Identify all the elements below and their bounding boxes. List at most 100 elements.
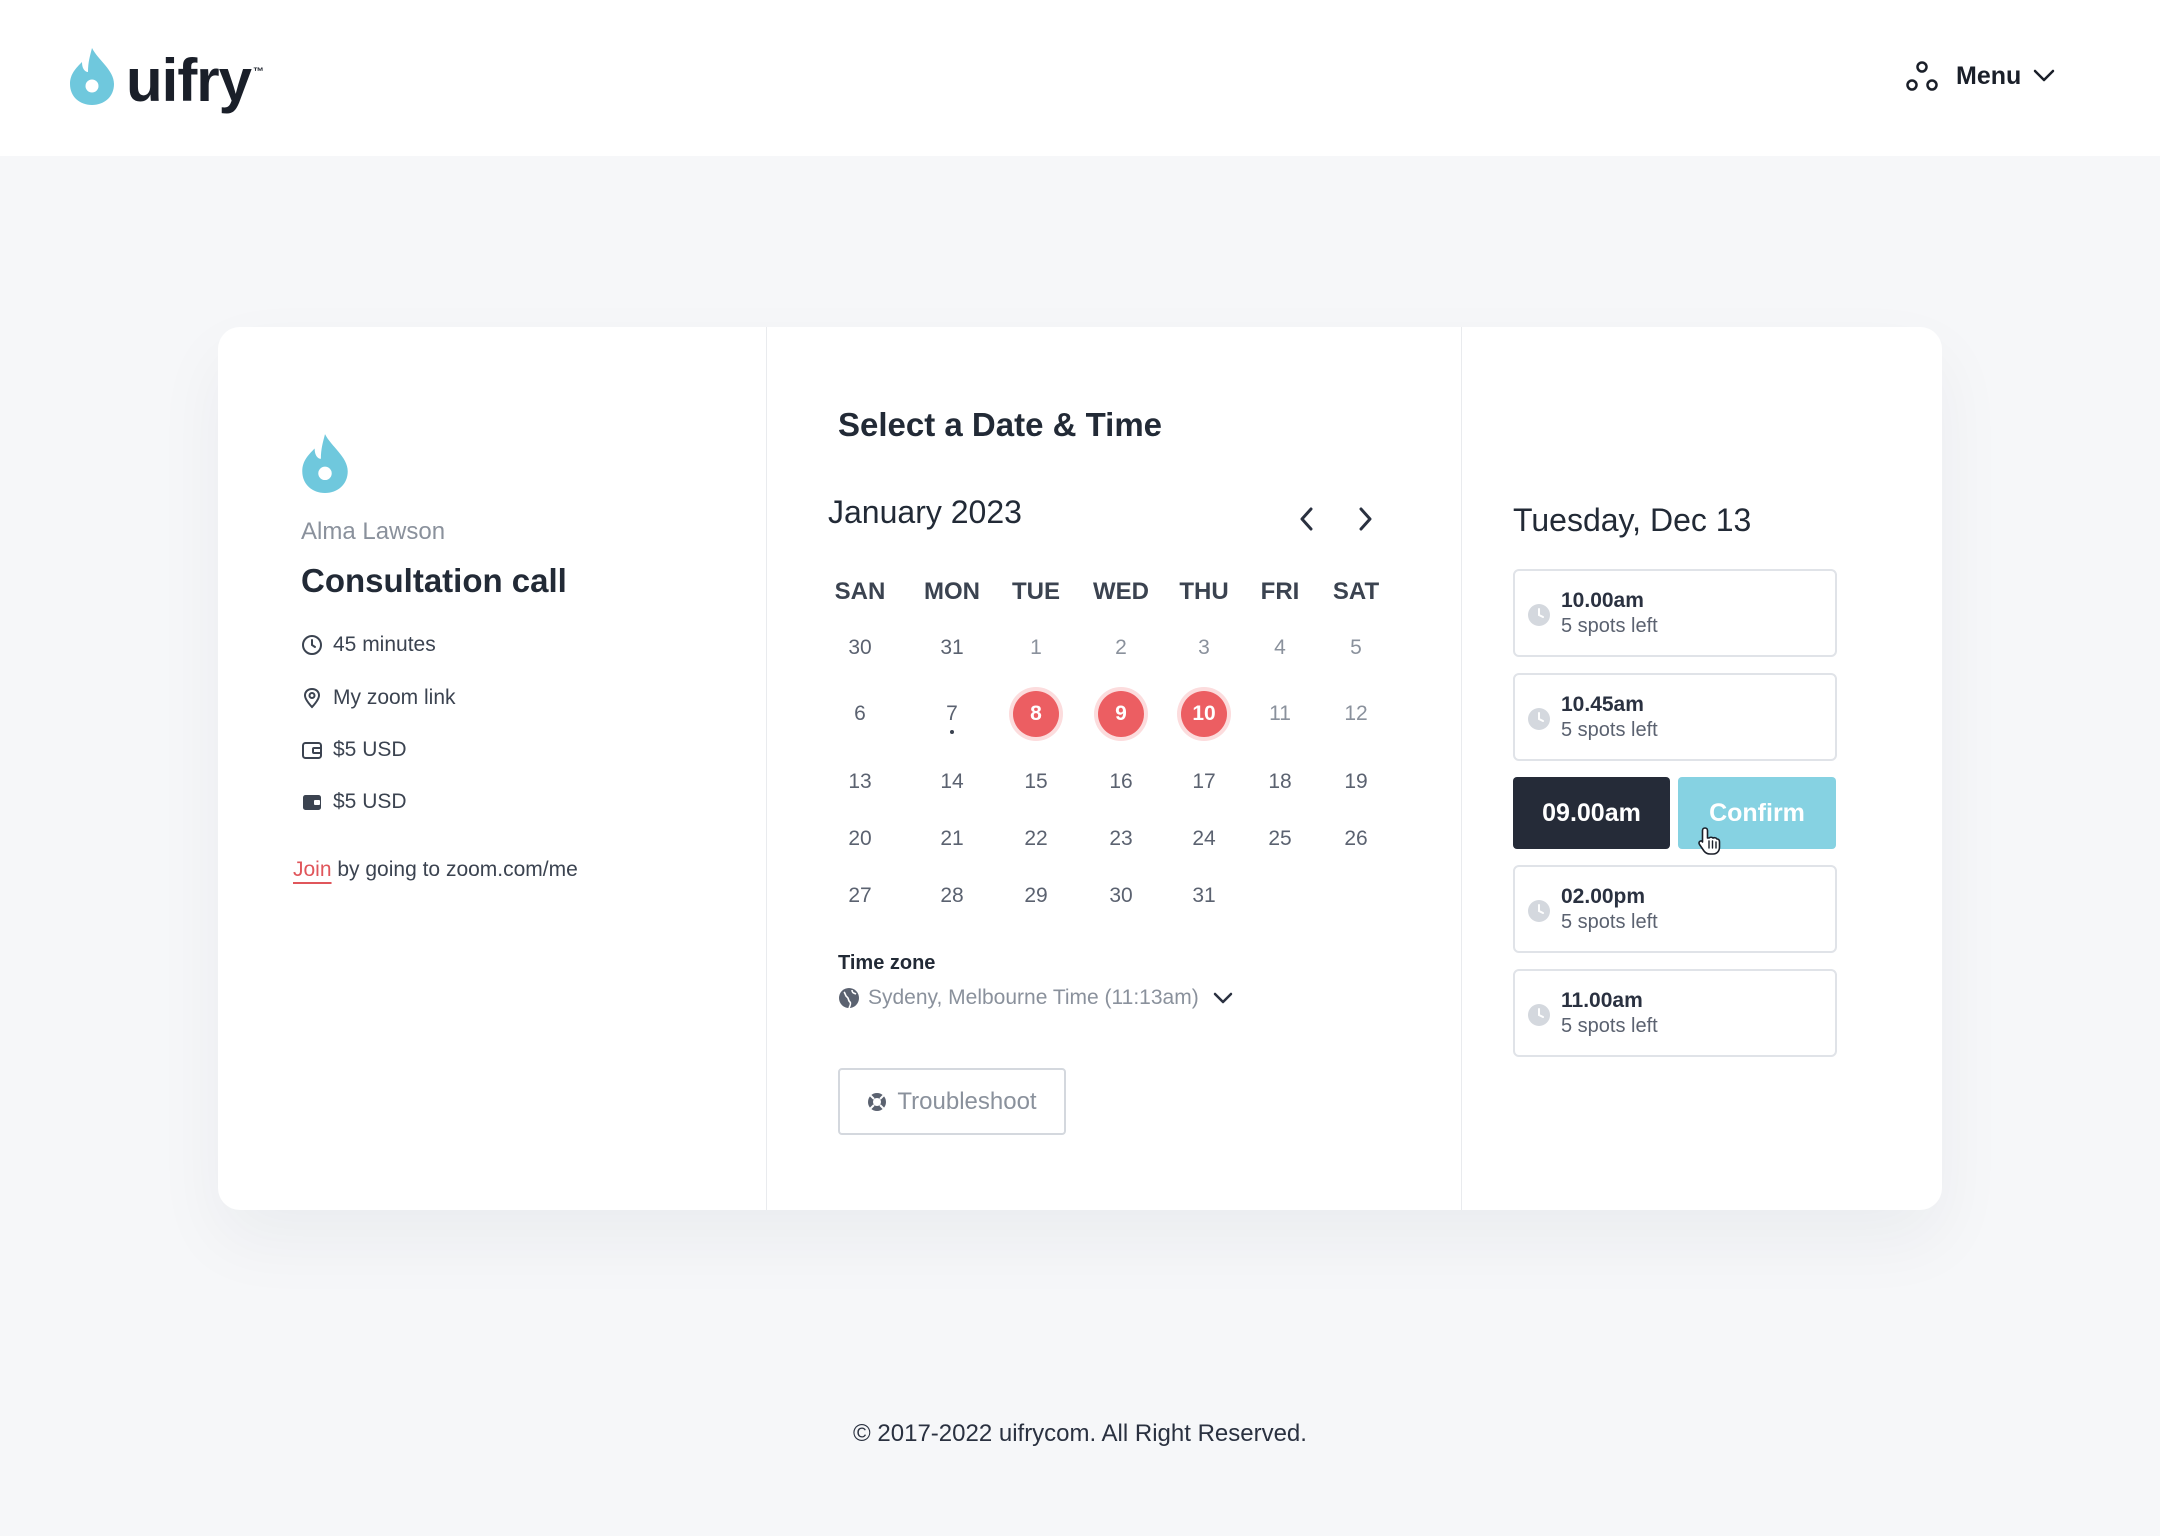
calendar-day[interactable]: 22	[1024, 827, 1047, 851]
calendar-day[interactable]: 11	[1269, 702, 1291, 726]
weekday-label: THU	[1179, 578, 1229, 605]
today-indicator	[950, 730, 954, 734]
flame-logo-icon	[70, 48, 114, 105]
selected-day-heading: Tuesday, Dec 13	[1513, 502, 1752, 538]
weekday-label: SAN	[834, 578, 886, 605]
calendar-day[interactable]: 25	[1268, 827, 1291, 851]
calendar-day[interactable]: 6	[854, 702, 866, 726]
logo-trademark: ™	[253, 66, 265, 78]
weekday-label: FRI	[1260, 578, 1300, 605]
calendar-day-available[interactable]: 10	[1181, 691, 1227, 737]
calendar-day[interactable]: 1	[1030, 636, 1042, 660]
clock-icon	[1528, 708, 1550, 730]
location-pin-icon	[303, 687, 321, 709]
duration-detail: 45 minutes	[301, 633, 436, 657]
location-detail: My zoom link	[301, 686, 456, 710]
section-title: Select a Date & Time	[838, 406, 1163, 443]
troubleshoot-label: Troubleshoot	[897, 1087, 1037, 1115]
slot-spots: 5 spots left	[1561, 615, 1658, 637]
calendar-day[interactable]: 12	[1344, 702, 1367, 726]
slot-spots: 5 spots left	[1561, 1015, 1658, 1037]
location-text: My zoom link	[333, 686, 456, 709]
calendar-day[interactable]: 7	[946, 702, 958, 726]
price-detail: $5 USD	[301, 790, 407, 814]
calendar-day[interactable]: 31	[1192, 884, 1215, 908]
time-slot[interactable]: 10.00am 5 spots left	[1513, 569, 1837, 657]
apps-dots-icon	[1906, 61, 1938, 91]
calendar-day[interactable]: 30	[1109, 884, 1132, 908]
globe-icon	[839, 988, 859, 1009]
calendar-day[interactable]: 21	[940, 827, 963, 851]
troubleshoot-button[interactable]: Troubleshoot	[838, 1068, 1066, 1135]
price-detail: $5 USD	[301, 738, 407, 762]
calendar-day[interactable]: 26	[1344, 827, 1367, 851]
lifebuoy-icon	[868, 1092, 887, 1111]
menu-label: Menu	[1956, 61, 2022, 90]
join-instructions: Join by going to zoom.com/me	[293, 858, 578, 882]
calendar-day[interactable]: 30	[848, 636, 871, 660]
logo-text: uifry	[126, 47, 252, 114]
selected-time-slot[interactable]: 09.00am	[1513, 777, 1670, 849]
next-month-button[interactable]	[1345, 499, 1385, 539]
calendar-day[interactable]: 28	[940, 884, 963, 908]
month-label: January 2023	[828, 494, 1022, 530]
weekday-label: TUE	[1012, 578, 1060, 605]
join-suffix: by going to zoom.com/me	[331, 858, 578, 881]
weekday-label: MON	[924, 578, 980, 605]
calendar-day[interactable]: 5	[1350, 636, 1362, 660]
time-slot[interactable]: 11.00am 5 spots left	[1513, 969, 1837, 1057]
calendar-day[interactable]: 16	[1109, 770, 1132, 794]
duration-text: 45 minutes	[333, 633, 436, 656]
calendar-day[interactable]: 14	[940, 770, 963, 794]
timezone-select[interactable]: Sydeny, Melbourne Time (11:13am)	[838, 986, 1233, 1010]
calendar-day[interactable]: 13	[848, 770, 871, 794]
timezone-label: Time zone	[838, 952, 936, 974]
calendar-day[interactable]: 24	[1192, 827, 1215, 851]
menu-button[interactable]: Menu	[1906, 60, 2055, 92]
chevron-right-icon	[1359, 507, 1372, 531]
slot-time: 11.00am	[1561, 989, 1643, 1012]
event-title: Consultation call	[301, 562, 567, 599]
slot-spots: 5 spots left	[1561, 911, 1658, 933]
host-name: Alma Lawson	[301, 518, 446, 545]
column-divider	[1461, 327, 1462, 1210]
clock-icon	[1528, 900, 1550, 922]
booking-card	[218, 327, 1942, 1210]
price-text: $5 USD	[333, 738, 407, 761]
wallet-filled-icon	[303, 795, 321, 810]
calendar-day[interactable]: 4	[1274, 636, 1286, 660]
calendar-day[interactable]: 23	[1109, 827, 1132, 851]
clock-icon	[302, 635, 322, 655]
previous-month-button[interactable]	[1287, 499, 1327, 539]
calendar-day[interactable]: 17	[1192, 770, 1215, 794]
join-link[interactable]: Join	[293, 858, 332, 881]
calendar-day-available[interactable]: 9	[1098, 691, 1144, 737]
slot-time: 02.00pm	[1561, 885, 1646, 908]
wallet-icon	[302, 742, 322, 759]
slot-time: 10.45am	[1561, 693, 1644, 716]
calendar-day[interactable]: 20	[848, 827, 871, 851]
calendar-day-available[interactable]: 8	[1013, 691, 1059, 737]
slot-spots: 5 spots left	[1561, 719, 1658, 741]
logo[interactable]: uifry ™	[68, 46, 264, 116]
time-slot[interactable]: 10.45am 5 spots left	[1513, 673, 1837, 761]
calendar-day[interactable]: 27	[848, 884, 871, 908]
column-divider	[766, 327, 767, 1210]
weekday-label: WED	[1093, 578, 1149, 605]
calendar-day[interactable]: 31	[940, 636, 963, 660]
calendar-day[interactable]: 29	[1024, 884, 1047, 908]
calendar-day[interactable]: 19	[1344, 770, 1367, 794]
chevron-down-icon	[1213, 992, 1232, 1004]
chevron-left-icon	[1300, 507, 1313, 531]
price-text: $5 USD	[333, 790, 407, 813]
chevron-down-icon	[2034, 69, 2055, 82]
calendar-day[interactable]: 15	[1024, 770, 1047, 794]
footer-copyright: © 2017-2022 uifrycom. All Right Reserved…	[853, 1420, 1307, 1447]
calendar-day[interactable]: 2	[1115, 636, 1127, 660]
weekday-label: SAT	[1332, 578, 1380, 605]
flame-avatar-icon	[302, 434, 348, 493]
calendar-day[interactable]: 3	[1198, 636, 1210, 660]
time-slot[interactable]: 02.00pm 5 spots left	[1513, 865, 1837, 953]
calendar-day[interactable]: 18	[1268, 770, 1291, 794]
hand-cursor-icon	[1698, 827, 1721, 855]
